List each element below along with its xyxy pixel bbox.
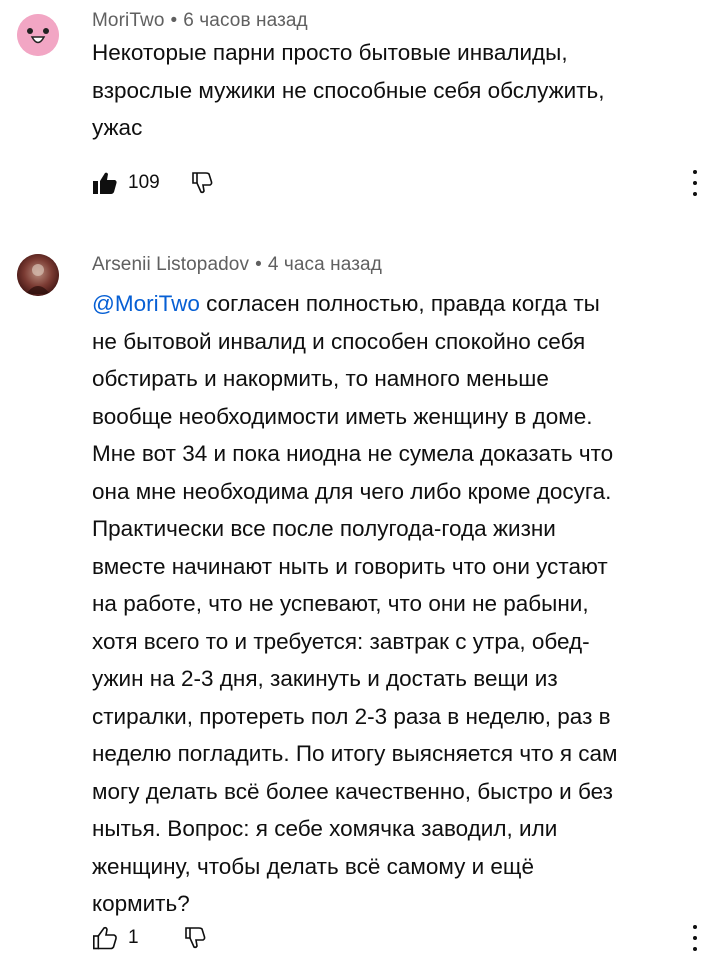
comment-line: @MoriTwo согласен полностью, правда когд… <box>92 285 712 323</box>
mention-link[interactable]: @MoriTwo <box>92 291 200 316</box>
comment-time[interactable]: 4 часа назад <box>268 254 382 275</box>
comment-line: она мне необходима для чего либо кроме д… <box>92 478 612 504</box>
comment-line: Практически все после полугода-года жизн… <box>92 516 556 541</box>
avatar[interactable] <box>17 14 59 56</box>
comment-line: могу делать всё более качественно, быстр… <box>92 778 613 804</box>
author-name[interactable]: MoriTwo <box>92 10 165 31</box>
comment-line: на работе, что не успевают, что они не р… <box>92 591 589 616</box>
comment-meta: MoriTwo • 6 часов назад <box>92 10 308 32</box>
comment-text: Некоторые парни просто бытовые инвалиды,… <box>92 34 712 147</box>
comment-line: ужин на 2-3 дня, закинуть и достать вещи… <box>92 666 558 691</box>
comment-line: Некоторые парни просто бытовые инвалиды, <box>92 40 568 65</box>
comment-actions: 1 <box>92 923 207 953</box>
comment-time[interactable]: 6 часов назад <box>183 10 307 31</box>
comment-line: стиралки, протереть пол 2-3 раза в недел… <box>92 703 611 729</box>
comment-line: Мне вот 34 и пока ниодна не сумела доказ… <box>92 441 614 466</box>
author-name[interactable]: Arsenii Listopadov <box>92 254 249 275</box>
meta-separator: • <box>255 254 262 275</box>
comment-meta: Arsenii Listopadov • 4 часа назад <box>92 254 382 276</box>
comment-line: нытья. Вопрос: я себе хомячка заводил, и… <box>92 816 558 841</box>
more-options-icon[interactable] <box>688 925 702 951</box>
thumbs-down-outline-icon[interactable] <box>190 171 214 195</box>
comment-line: вместе начинают ныть и говорить что они … <box>92 553 608 579</box>
comment-line: вообще необходимости иметь женщину в дом… <box>92 403 593 429</box>
profile-photo-icon <box>17 254 59 296</box>
comment-actions: 109 <box>92 168 214 198</box>
avatar[interactable] <box>17 254 59 296</box>
like-count: 1 <box>128 927 139 948</box>
like-count: 109 <box>128 172 160 193</box>
comment-line-rest: согласен полностью, правда когда ты <box>199 291 600 316</box>
cartoon-face-avatar-icon <box>17 14 59 56</box>
thumbs-up-outline-icon[interactable] <box>92 926 118 950</box>
comment-line: женщину, чтобы делать всё самому и ещё <box>92 853 534 879</box>
comment-2: Arsenii Listopadov • 4 часа назад @MoriTwo… <box>0 240 726 960</box>
comment-line: обстирать и накормить, то намного меньше <box>92 366 549 391</box>
comment-line: взрослые мужики не способные себя обслуж… <box>92 77 605 103</box>
more-options-icon[interactable] <box>688 170 702 196</box>
comment-1: MoriTwo • 6 часов назад Некоторые парни пр… <box>0 0 726 230</box>
meta-separator: • <box>170 10 178 31</box>
comment-line: не бытовой инвалид и способен спокойно с… <box>92 328 586 354</box>
thumbs-up-filled-icon[interactable] <box>92 171 118 195</box>
comment-line: ужас <box>92 115 143 140</box>
comment-text: @MoriTwo согласен полностью, правда когд… <box>92 285 712 923</box>
comment-line: хотя всего то и требуется: завтрак с утр… <box>92 628 590 654</box>
thumbs-down-outline-icon[interactable] <box>183 926 207 950</box>
comment-line: неделю погладить. По итогу выясняется чт… <box>92 741 618 766</box>
comment-line: кормить? <box>92 891 190 916</box>
